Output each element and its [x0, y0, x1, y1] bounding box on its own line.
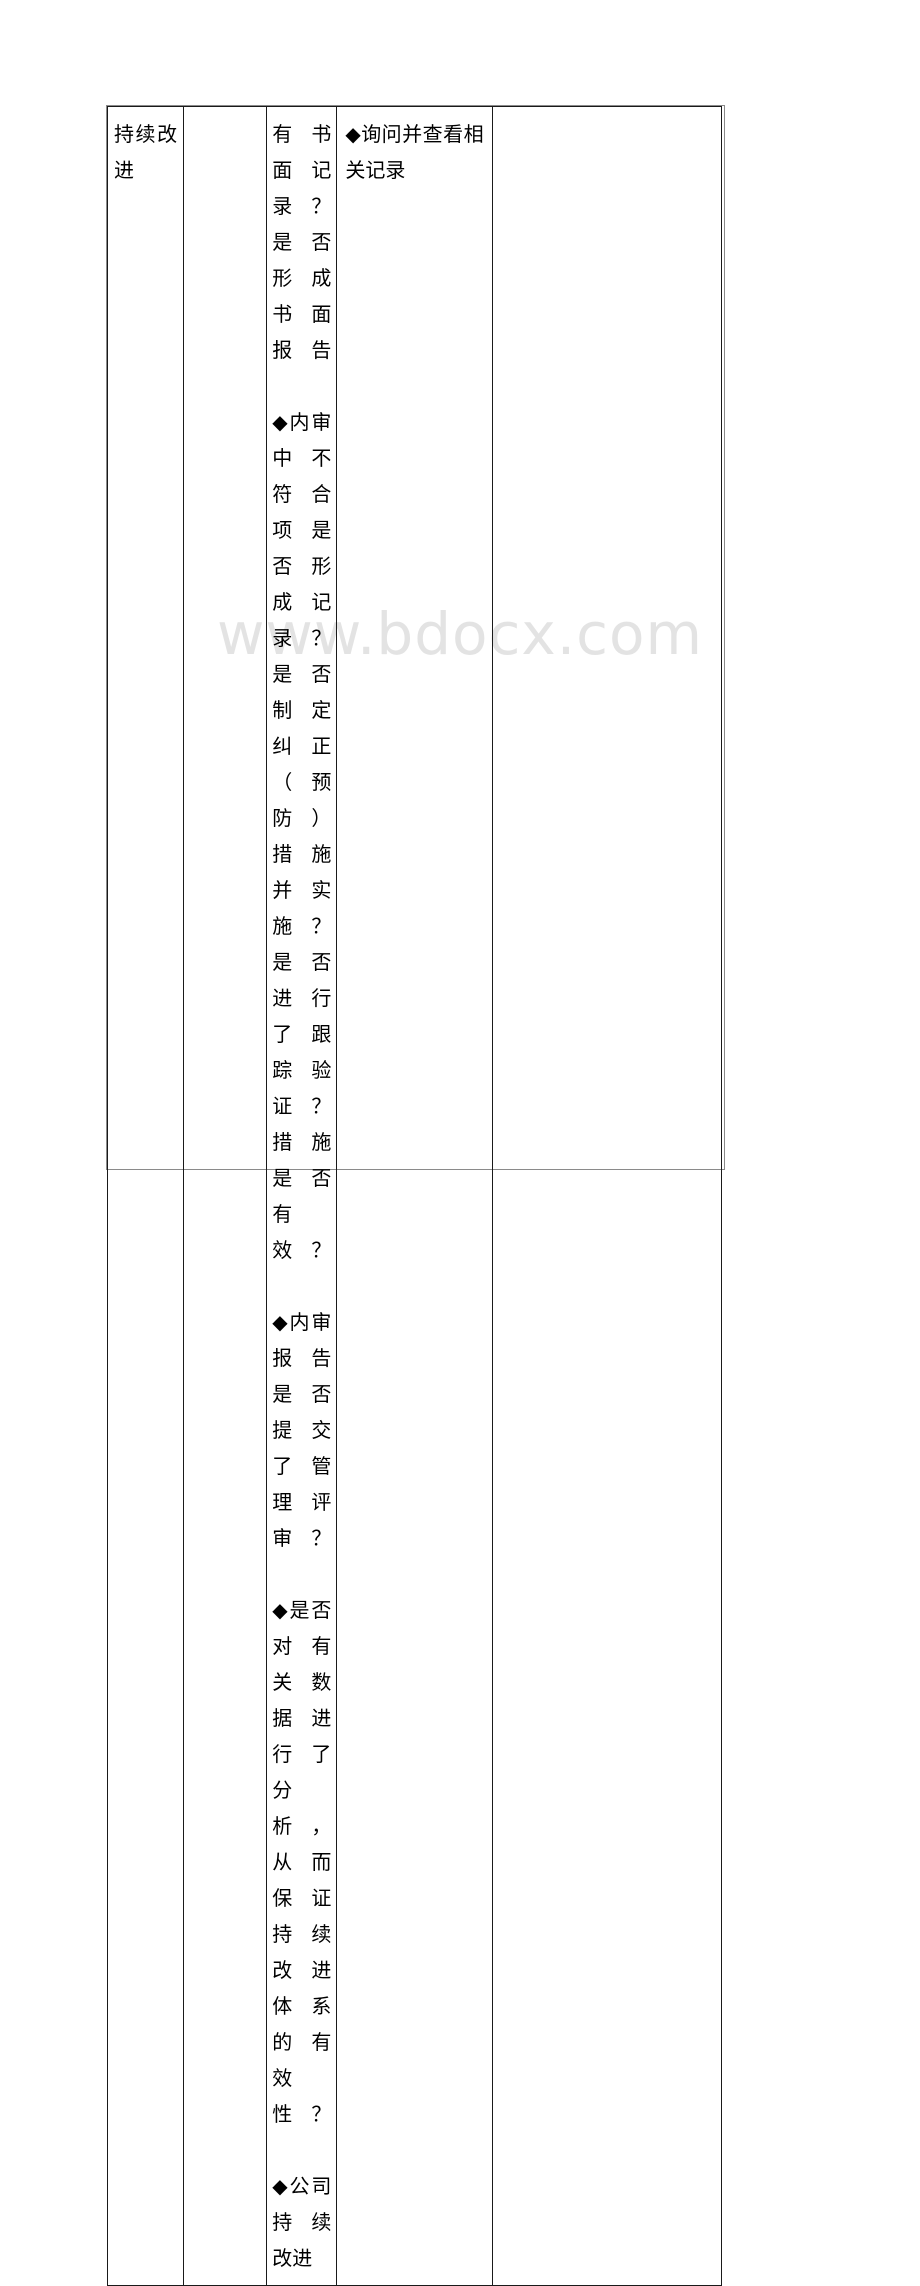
- cell-content-process: 持续改进: [108, 107, 183, 1152]
- cell-paragraph-2: ◆内审中不符合项是否形成记录？是否制定纠正（预防）措施并实施？是否进行了跟踪验证…: [272, 412, 332, 1262]
- table-cell-method: ◆询问并查看相关记录: [336, 106, 493, 2286]
- cell-paragraph: ◆询问并查看相关记录: [345, 124, 484, 182]
- cell-paragraph-5: ◆公司持续改进: [272, 2176, 332, 2270]
- table-cell-process: 持续改进: [106, 106, 185, 2286]
- table-row: 持续改进 有书面记录？是否形成书面报告 ◆内审中不符合项是否形成记录？是否制定纠…: [106, 106, 723, 2286]
- cell-paragraph-1: 有书面记录？是否形成书面报告: [272, 124, 332, 362]
- cell-content-clause: [184, 107, 266, 1152]
- audit-checklist-table: 持续改进 有书面记录？是否形成书面报告 ◆内审中不符合项是否形成记录？是否制定纠…: [106, 106, 723, 2286]
- table-cell-findings: [491, 106, 723, 2286]
- cell-content-findings: [493, 107, 721, 1152]
- table-cell-clause: [183, 106, 268, 2286]
- cell-content-method: ◆询问并查看相关记录: [337, 107, 491, 1152]
- cell-paragraph-4: ◆是否对有关数据进行了分析，从而保证持续改进体系的有效性？: [272, 1600, 332, 2126]
- document-page: www.bdocx.com 持续改进 有书面记录？是否形成书面报告 ◆内审中不符…: [0, 0, 920, 2286]
- cell-paragraph-3: ◆内审报告是否提交了管理评审？: [272, 1312, 332, 1550]
- cell-paragraph: 持续改进: [114, 124, 178, 182]
- table-cell-checkpoints: 有书面记录？是否形成书面报告 ◆内审中不符合项是否形成记录？是否制定纠正（预防）…: [266, 106, 338, 2286]
- cell-content-checkpoints: 有书面记录？是否形成书面报告 ◆内审中不符合项是否形成记录？是否制定纠正（预防）…: [267, 107, 336, 2285]
